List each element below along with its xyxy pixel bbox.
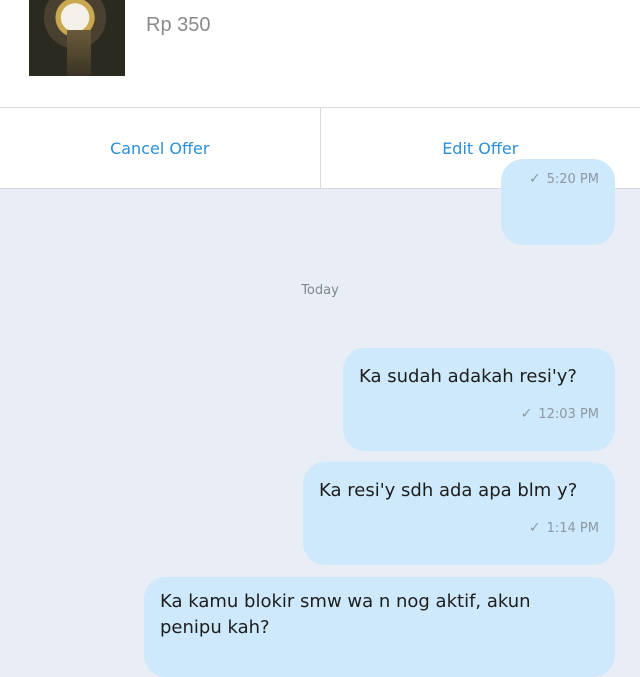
cancel-offer-button[interactable]: Cancel Offer — [0, 108, 320, 188]
product-price: Rp 350 — [146, 14, 211, 37]
message-meta: ✓ 1:14 PM — [529, 520, 599, 536]
chat-message: ✓ 5:20 PM — [501, 159, 615, 245]
chat-message: Ka resi'y sdh ada apa blm y? ✓ 1:14 PM — [303, 462, 615, 565]
message-meta: ✓ 5:20 PM — [529, 171, 599, 187]
day-divider: Today — [0, 283, 640, 298]
product-thumbnail[interactable] — [29, 0, 125, 76]
check-icon: ✓ — [529, 520, 541, 536]
watch-band-shape — [67, 30, 91, 76]
message-time: 1:14 PM — [547, 521, 599, 536]
check-icon: ✓ — [529, 171, 541, 187]
message-text: Ka kamu blokir smw wa n nog aktif, akun … — [160, 589, 531, 641]
check-icon: ✓ — [521, 406, 533, 422]
message-time: 12:03 PM — [538, 407, 599, 422]
chat-message: Ka kamu blokir smw wa n nog aktif, akun … — [144, 577, 615, 677]
message-time: 5:20 PM — [547, 172, 599, 187]
offer-header: Rp 350 — [0, 0, 640, 108]
chat-message: Ka sudah adakah resi'y? ✓ 12:03 PM — [343, 348, 615, 451]
message-meta: ✓ 12:03 PM — [521, 406, 599, 422]
chat-thread[interactable]: ✓ 5:20 PM Today Ka sudah adakah resi'y? … — [0, 189, 640, 640]
message-text: Ka resi'y sdh ada apa blm y? — [319, 480, 577, 501]
message-text: Ka sudah adakah resi'y? — [359, 366, 577, 387]
